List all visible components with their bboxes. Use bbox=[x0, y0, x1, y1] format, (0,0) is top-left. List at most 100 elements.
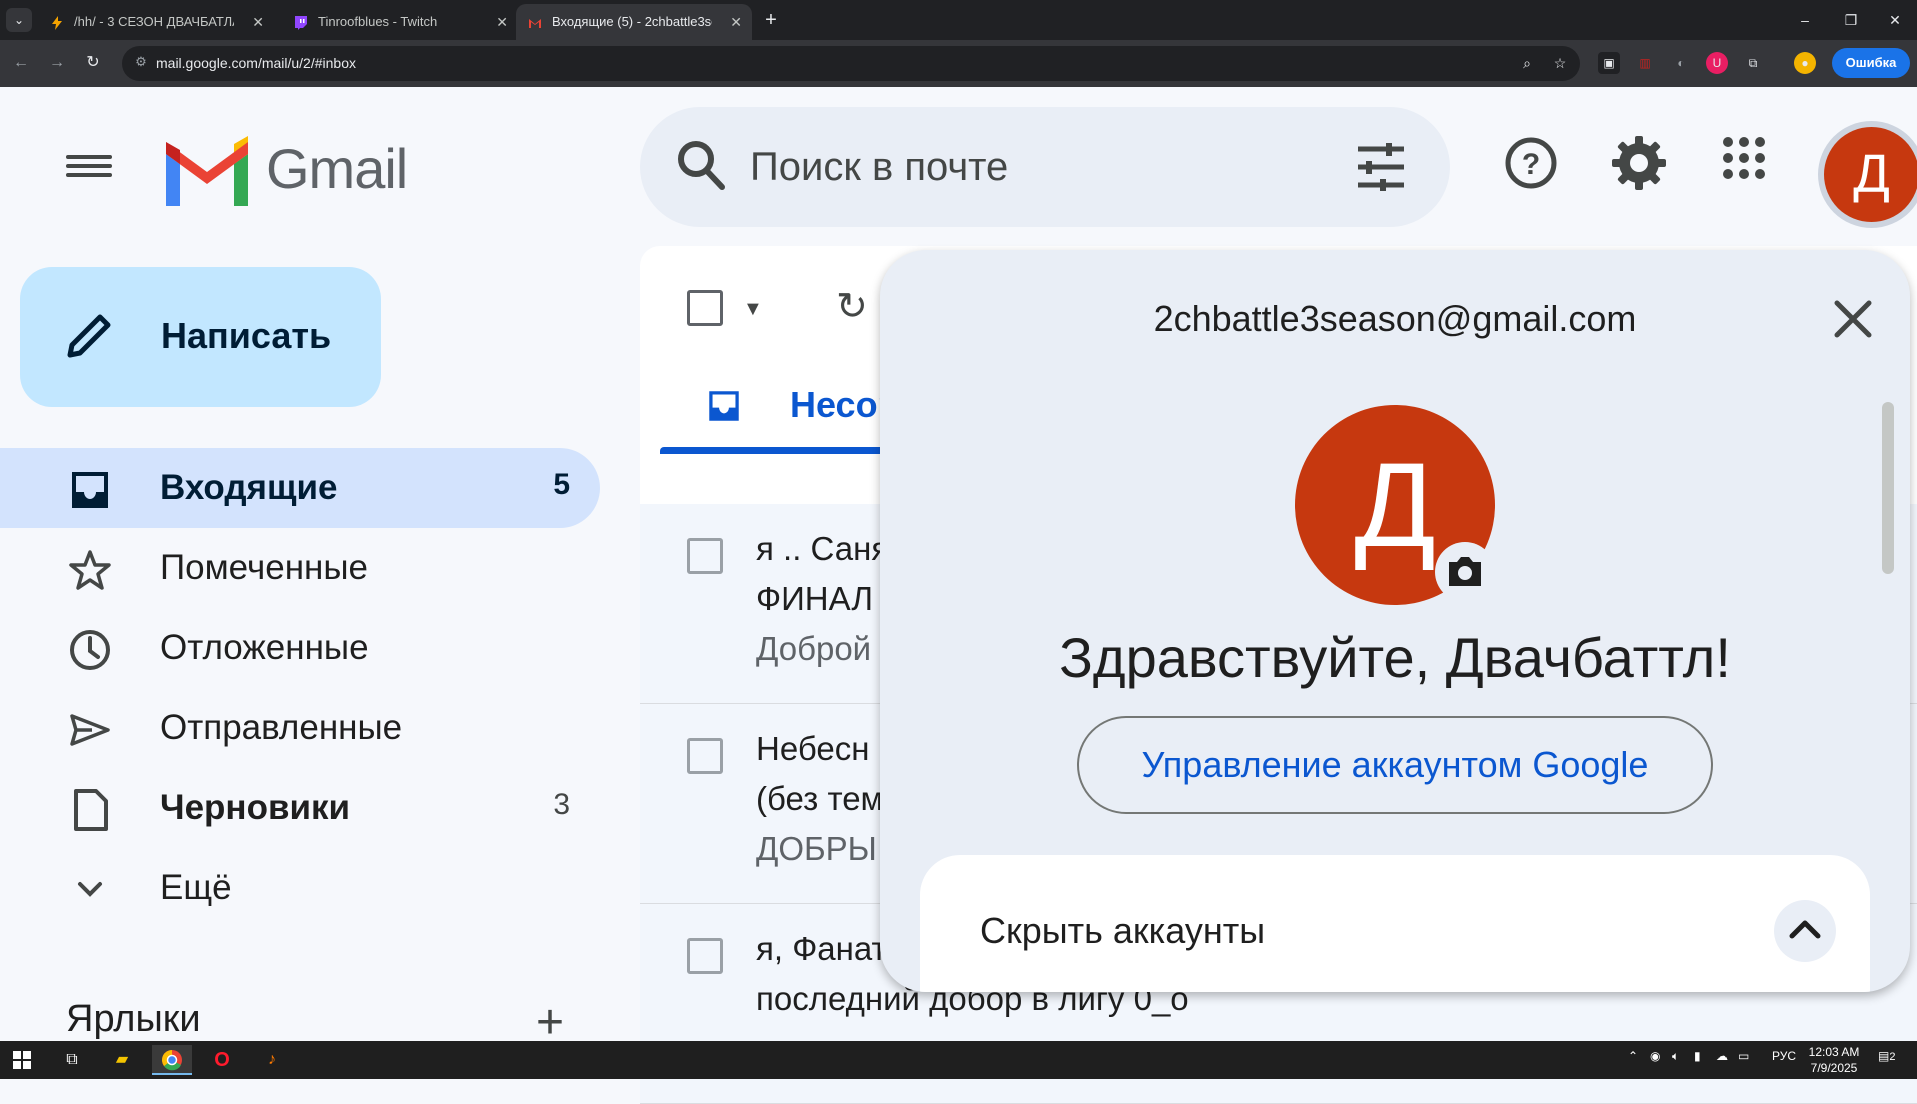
clock-date: 7/9/2025 bbox=[1810, 1061, 1858, 1075]
mail-checkbox[interactable] bbox=[687, 538, 723, 574]
error-badge[interactable]: Ошибка bbox=[1832, 48, 1910, 78]
language-indicator[interactable]: РУС bbox=[1772, 1049, 1796, 1063]
help-icon[interactable]: ? bbox=[1504, 136, 1558, 190]
account-avatar-button[interactable]: Д bbox=[1824, 127, 1917, 222]
clock[interactable]: 12:03 AM 7/9/2025 bbox=[1804, 1044, 1864, 1076]
nav-label: Помеченные bbox=[160, 548, 368, 587]
close-window-button[interactable]: ✕ bbox=[1872, 0, 1917, 40]
settings-gear-icon[interactable] bbox=[1612, 136, 1666, 190]
gmail-icon bbox=[529, 19, 541, 28]
profile-icon[interactable]: ● bbox=[1794, 52, 1816, 74]
compose-button[interactable]: Написать bbox=[20, 267, 381, 407]
chrome-taskbar-icon[interactable] bbox=[152, 1045, 192, 1075]
reload-icon[interactable]: ↻ bbox=[80, 50, 106, 76]
zoom-icon[interactable]: ⌕ bbox=[1518, 54, 1536, 72]
hide-accounts-toggle[interactable]: Скрыть аккаунты bbox=[920, 855, 1870, 992]
windows-taskbar: ⧉ ▰ O ♪ ⌃ ◉ 🔈︎ ▮ ☁ ▭ РУС 12:03 AM 7/9/20… bbox=[0, 1041, 1917, 1079]
url-text[interactable]: mail.google.com/mail/u/2/#inbox bbox=[156, 55, 356, 71]
chevron-up-button[interactable] bbox=[1774, 900, 1836, 962]
nav-inbox[interactable]: Входящие 5 bbox=[0, 448, 600, 528]
draft-icon bbox=[74, 789, 108, 831]
extension-icon[interactable]: ◐ bbox=[1670, 52, 1692, 74]
inbox-icon bbox=[709, 391, 739, 421]
apps-grid-icon[interactable] bbox=[1722, 136, 1766, 180]
volume-icon[interactable]: 🔈︎ bbox=[1672, 1049, 1679, 1064]
send-icon bbox=[70, 714, 110, 746]
minimize-button[interactable]: – bbox=[1782, 0, 1828, 40]
site-info-icon[interactable]: ⚙ bbox=[132, 54, 150, 72]
close-tab-icon[interactable]: ✕ bbox=[730, 4, 742, 40]
mail-checkbox[interactable] bbox=[687, 938, 723, 974]
drafts-count: 3 bbox=[553, 788, 570, 821]
close-tab-icon[interactable]: ✕ bbox=[252, 4, 264, 40]
unread-count: 5 bbox=[553, 468, 570, 501]
network-icon[interactable]: ▭ bbox=[1738, 1049, 1749, 1063]
manage-account-button[interactable]: Управление аккаунтом Google bbox=[1077, 716, 1713, 814]
nav-sent[interactable]: Отправленные bbox=[0, 688, 600, 768]
browser-tab-hh[interactable]: /hh/ - 3 СЕЗОН ДВАЧБАТЛА тр ✕ bbox=[38, 4, 274, 40]
tab-title: /hh/ - 3 СЕЗОН ДВАЧБАТЛА тр bbox=[74, 14, 234, 29]
task-view-icon[interactable]: ⧉ bbox=[52, 1045, 92, 1075]
mail-sender: я .. Саня bbox=[756, 530, 890, 567]
nav-label: Входящие bbox=[160, 468, 338, 507]
mail-snippet: ДОБРЫ bbox=[756, 830, 877, 867]
select-all-checkbox[interactable] bbox=[687, 290, 723, 326]
mail-snippet: Доброй bbox=[756, 630, 872, 667]
bookmark-star-icon[interactable]: ☆ bbox=[1551, 54, 1569, 72]
search-bar[interactable]: Поиск в почте bbox=[640, 107, 1450, 227]
greeting-text: Здравствуйте, Двачбаттл! bbox=[1059, 626, 1731, 689]
tray-overflow-icon[interactable]: ⌃ bbox=[1628, 1049, 1638, 1063]
chevron-down-icon bbox=[78, 882, 102, 897]
mail-subject: (без тем bbox=[756, 780, 884, 817]
close-icon[interactable] bbox=[1832, 298, 1874, 340]
tab-title: Tinroofblues - Twitch bbox=[318, 14, 438, 29]
gmail-logo-icon[interactable] bbox=[160, 136, 254, 206]
address-bar[interactable]: ⚙ mail.google.com/mail/u/2/#inbox ⌕ ☆ bbox=[122, 46, 1580, 81]
nav-label: Черновики bbox=[160, 788, 351, 827]
back-icon[interactable]: ← bbox=[8, 50, 34, 76]
compose-label: Написать bbox=[161, 315, 332, 356]
camera-icon bbox=[1449, 557, 1481, 586]
browser-tab-twitch[interactable]: Tinroofblues - Twitch ✕ bbox=[282, 4, 518, 40]
popup-scrollbar[interactable] bbox=[1882, 402, 1894, 574]
opera-taskbar-icon[interactable]: O bbox=[202, 1045, 242, 1075]
close-tab-icon[interactable]: ✕ bbox=[496, 4, 508, 40]
search-input[interactable]: Поиск в почте bbox=[750, 145, 1008, 190]
account-popup: 2chbattle3season@gmail.com Д Здравствуйт… bbox=[880, 250, 1910, 992]
file-explorer-icon[interactable]: ▰ bbox=[102, 1045, 142, 1075]
select-dropdown-icon[interactable]: ▼ bbox=[743, 298, 763, 321]
restore-button[interactable]: ❐ bbox=[1828, 0, 1874, 40]
tab-title: Входящие (5) - 2chbattle3seas bbox=[552, 14, 712, 29]
onedrive-icon[interactable]: ☁ bbox=[1716, 1049, 1728, 1063]
mail-subject: ФИНАЛ bbox=[756, 580, 874, 617]
nav-label: Отправленные bbox=[160, 708, 403, 747]
shield-extension-icon[interactable]: U bbox=[1706, 52, 1728, 74]
notification-count: 2 bbox=[1889, 1051, 1896, 1063]
refresh-icon[interactable]: ↻ bbox=[836, 284, 868, 329]
change-photo-button[interactable] bbox=[1435, 542, 1495, 602]
twitch-icon bbox=[295, 16, 307, 30]
svg-text:?: ? bbox=[1522, 148, 1540, 181]
nav-drafts[interactable]: Черновики 3 bbox=[0, 768, 600, 848]
microphone-icon[interactable]: ▮ bbox=[1694, 1049, 1701, 1063]
notifications-icon[interactable]: ▤2 bbox=[1878, 1049, 1895, 1063]
puzzle-extensions-icon[interactable]: ⧉ bbox=[1742, 52, 1764, 74]
forward-icon[interactable]: → bbox=[44, 50, 70, 76]
nav-more[interactable]: Ещё bbox=[0, 848, 600, 928]
browser-tab-gmail[interactable]: Входящие (5) - 2chbattle3seas ✕ bbox=[516, 4, 752, 40]
search-icon[interactable] bbox=[676, 139, 726, 191]
tab-search-button[interactable]: ⌄ bbox=[6, 8, 32, 32]
labels-header: Ярлыки bbox=[66, 998, 201, 1040]
search-options-icon[interactable] bbox=[1356, 143, 1406, 191]
nav-starred[interactable]: Помеченные bbox=[0, 528, 600, 608]
extension-icon[interactable]: ▥ bbox=[1634, 52, 1656, 74]
nav-snoozed[interactable]: Отложенные bbox=[0, 608, 600, 688]
mail-checkbox[interactable] bbox=[687, 738, 723, 774]
tray-app-icon[interactable]: ◉ bbox=[1650, 1049, 1660, 1063]
extension-icon[interactable]: ▣ bbox=[1598, 52, 1620, 74]
gmail-logo-text: Gmail bbox=[266, 137, 408, 200]
windows-start-icon[interactable] bbox=[2, 1045, 42, 1075]
new-tab-button[interactable]: + bbox=[757, 6, 785, 34]
main-menu-icon[interactable] bbox=[66, 150, 112, 184]
app-taskbar-icon[interactable]: ♪ bbox=[252, 1045, 292, 1075]
